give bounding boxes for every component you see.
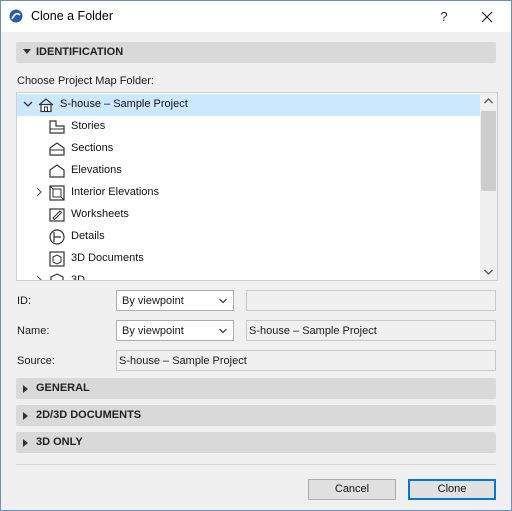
interior-elevation-icon bbox=[49, 185, 65, 201]
archicad-logo-icon bbox=[9, 9, 23, 23]
tree-item-3d[interactable]: 3D bbox=[17, 270, 480, 281]
chevron-down-icon bbox=[219, 328, 227, 334]
cancel-button[interactable]: Cancel bbox=[308, 479, 396, 500]
chevron-right-icon bbox=[23, 412, 28, 420]
scroll-up-icon[interactable] bbox=[480, 93, 497, 110]
tree-label: Choose Project Map Folder: bbox=[17, 75, 154, 87]
id-label: ID: bbox=[17, 295, 32, 307]
chevron-right-icon bbox=[23, 385, 28, 393]
id-mode-select[interactable]: By viewpoint bbox=[116, 290, 234, 311]
chevron-down-icon[interactable] bbox=[23, 99, 33, 109]
close-icon[interactable] bbox=[476, 6, 498, 28]
project-map-tree[interactable]: S-house – Sample Project Stories Section… bbox=[16, 92, 498, 281]
tree-item-stories[interactable]: Stories bbox=[17, 116, 480, 138]
section-2d-3d-documents[interactable]: 2D/3D DOCUMENTS bbox=[16, 405, 496, 426]
section-identification[interactable]: IDENTIFICATION bbox=[16, 42, 496, 63]
chevron-down-icon bbox=[23, 49, 31, 54]
elevation-icon bbox=[49, 164, 65, 178]
section-3d-only[interactable]: 3D ONLY bbox=[16, 432, 496, 453]
name-label: Name: bbox=[17, 325, 50, 337]
worksheet-icon bbox=[49, 208, 65, 222]
tree-scrollbar[interactable] bbox=[480, 93, 497, 280]
section-icon bbox=[49, 142, 65, 156]
detail-icon bbox=[49, 229, 65, 245]
help-button[interactable]: ? bbox=[433, 6, 455, 28]
chevron-right-icon bbox=[23, 439, 28, 447]
tree-item-elevations[interactable]: Elevations bbox=[17, 160, 480, 182]
chevron-down-icon bbox=[219, 298, 227, 304]
section-general[interactable]: GENERAL bbox=[16, 378, 496, 399]
clone-folder-dialog: Clone a Folder ? IDENTIFICATION Choose P… bbox=[0, 0, 512, 511]
scrollbar-thumb[interactable] bbox=[481, 111, 496, 191]
3d-document-icon bbox=[49, 251, 65, 267]
tree-item-worksheets[interactable]: Worksheets bbox=[17, 204, 480, 226]
footer-divider bbox=[16, 464, 496, 465]
source-field: S-house – Sample Project bbox=[116, 350, 496, 371]
name-field[interactable]: S-house – Sample Project bbox=[246, 320, 496, 341]
title-bar: Clone a Folder ? bbox=[1, 1, 511, 32]
tree-item-s-house[interactable]: S-house – Sample Project bbox=[17, 94, 480, 116]
tree-item-3d-documents[interactable]: 3D Documents bbox=[17, 248, 480, 270]
chevron-right-icon[interactable] bbox=[34, 187, 44, 197]
id-field[interactable] bbox=[246, 290, 496, 311]
tree-item-details[interactable]: Details bbox=[17, 226, 480, 248]
scroll-down-icon[interactable] bbox=[480, 263, 497, 280]
house-icon bbox=[38, 98, 54, 113]
chevron-right-icon[interactable] bbox=[34, 275, 44, 281]
window-title: Clone a Folder bbox=[31, 9, 113, 23]
name-mode-select[interactable]: By viewpoint bbox=[116, 320, 234, 341]
clone-button[interactable]: Clone bbox=[408, 479, 496, 500]
tree-item-sections[interactable]: Sections bbox=[17, 138, 480, 160]
tree-item-interior-elevations[interactable]: Interior Elevations bbox=[17, 182, 480, 204]
source-label: Source: bbox=[17, 355, 55, 367]
stories-icon bbox=[49, 120, 65, 134]
3d-icon bbox=[50, 273, 64, 280]
